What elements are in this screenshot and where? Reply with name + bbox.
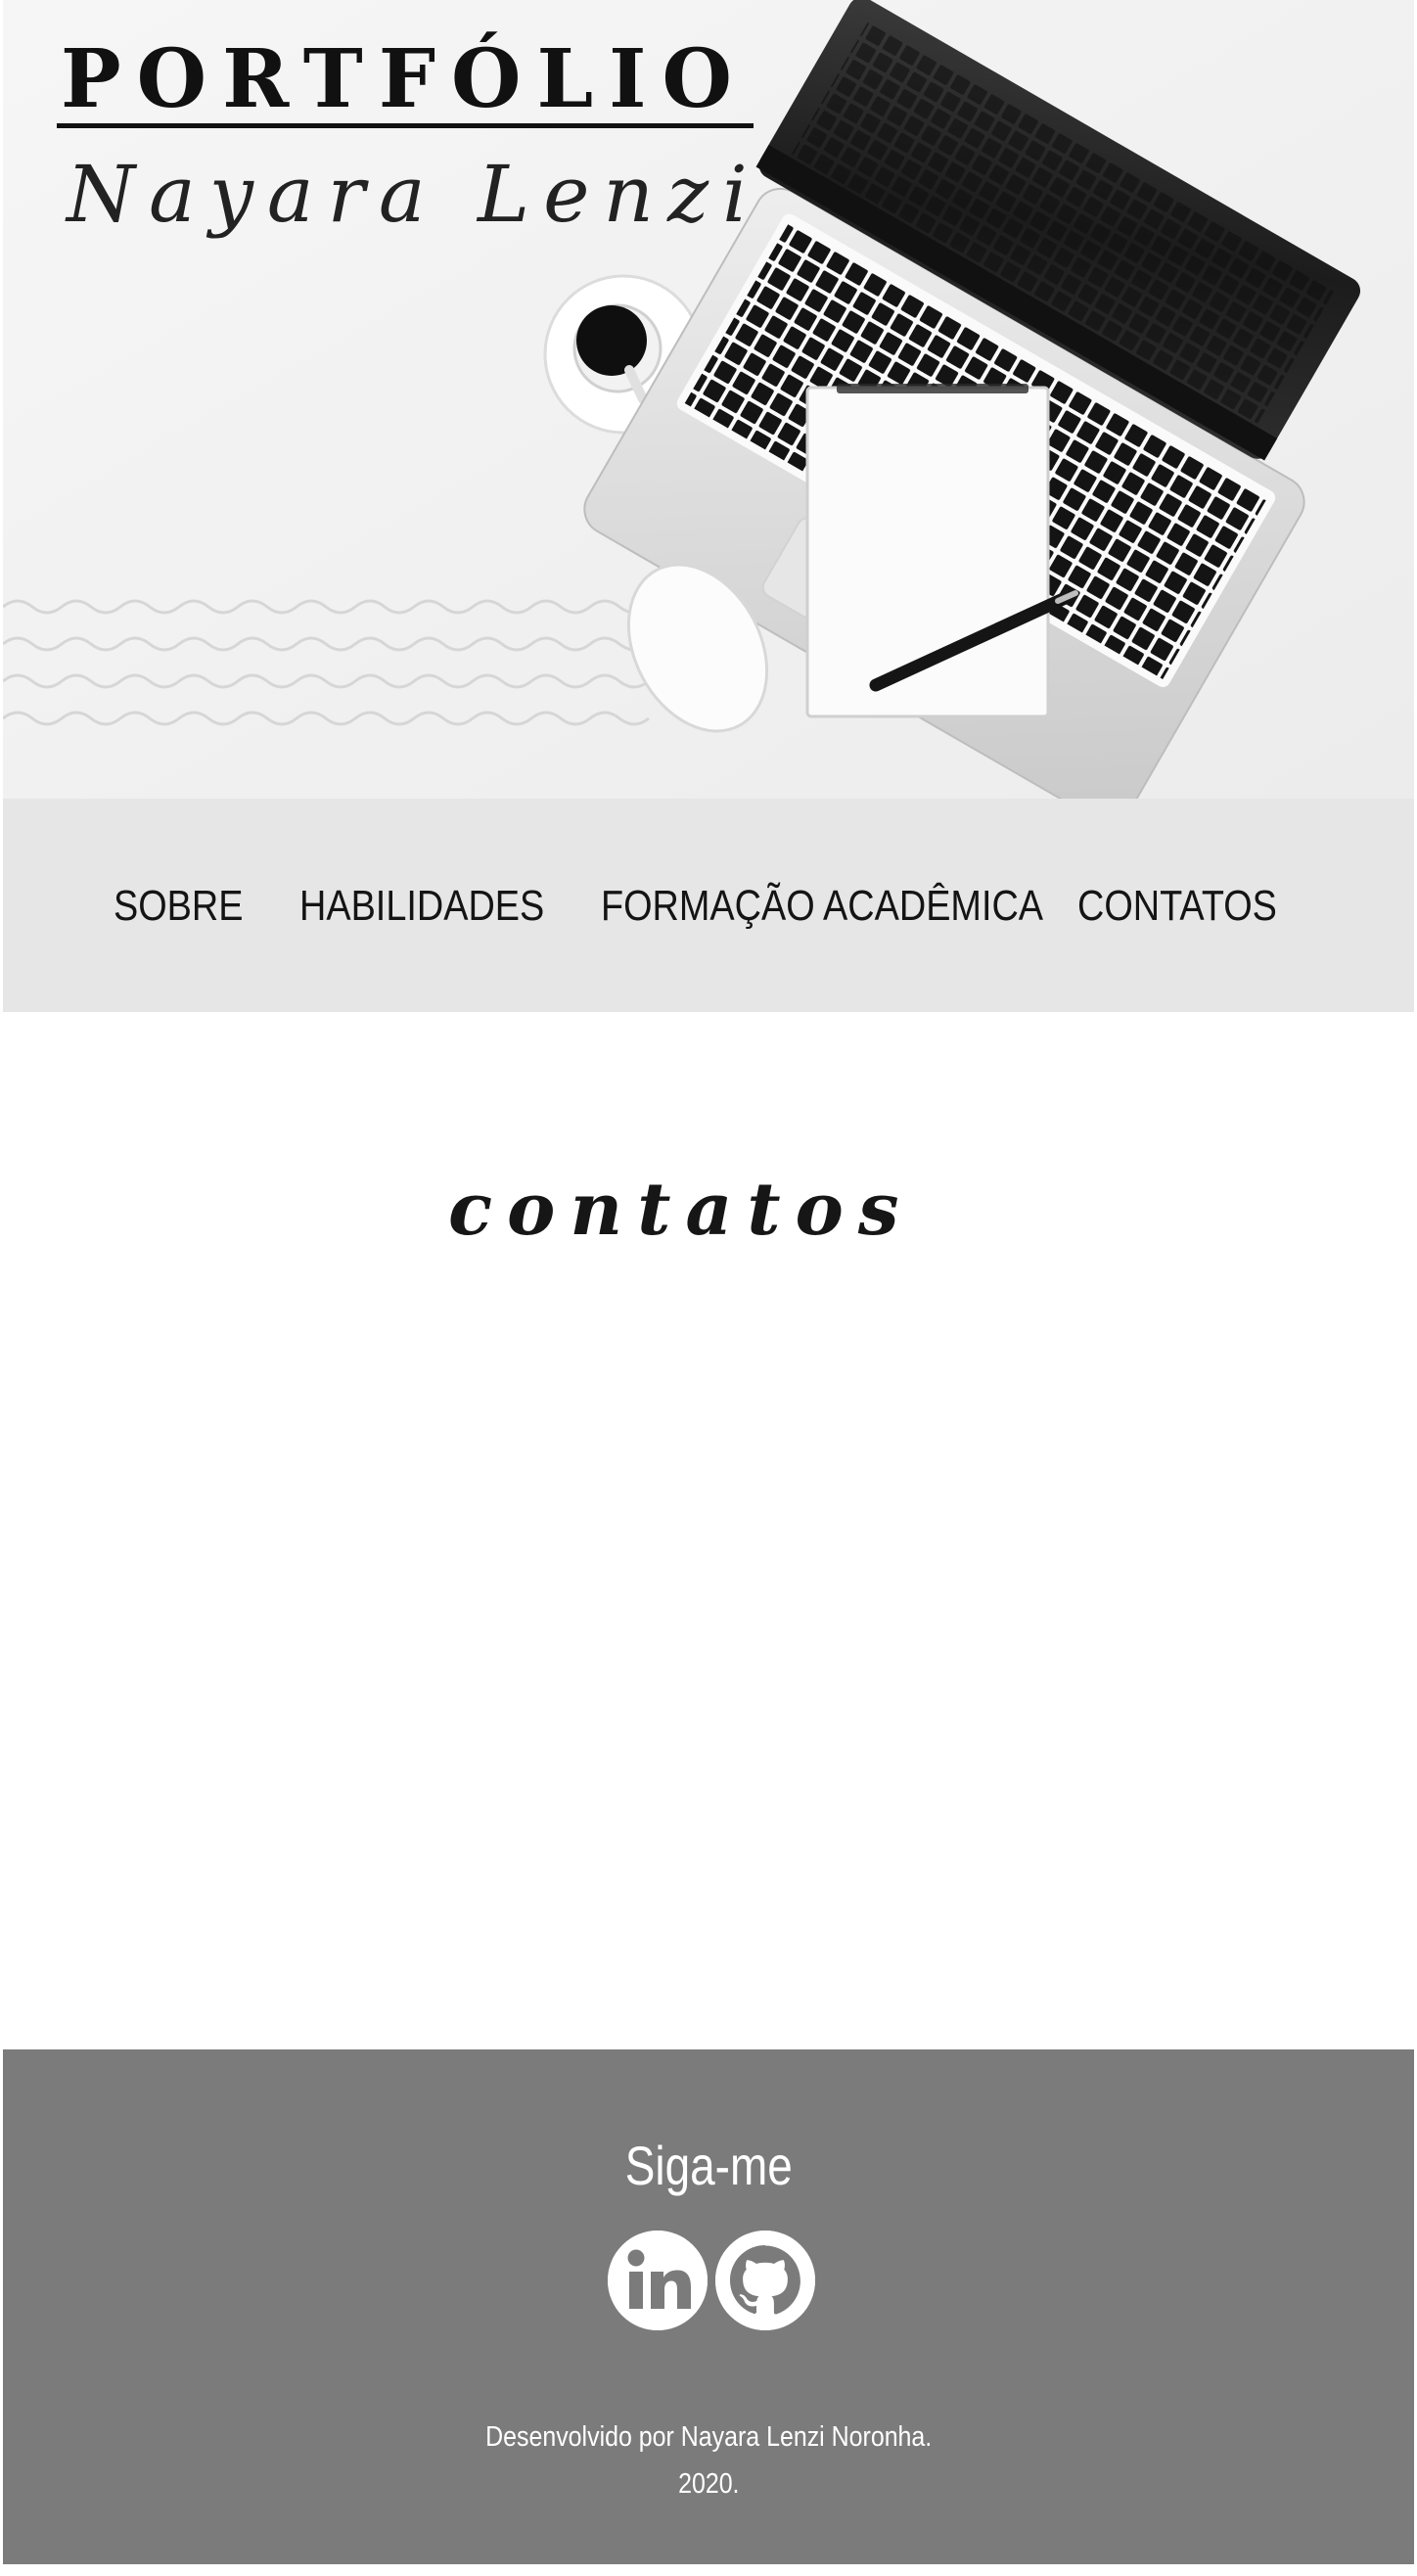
footer-credit-text: Desenvolvido por Nayara Lenzi Noronha. [484, 2421, 933, 2453]
author-signature: Nayara Lenzi [67, 149, 761, 240]
social-links [608, 2231, 815, 2332]
brand: PORTFÓLIO Nayara Lenzi [57, 35, 761, 244]
contacts-section: contatos [3, 1012, 1414, 2049]
footer-year-text: 2020. [677, 2468, 740, 2500]
nav-item-habilidades[interactable]: HABILIDADES [299, 881, 544, 932]
main-navigation: SOBRE HABILIDADES FORMAÇÃO ACADÊMICA CON… [3, 799, 1414, 1012]
notepad [805, 384, 1078, 718]
github-link[interactable] [715, 2231, 815, 2330]
linkedin-icon [608, 2231, 708, 2330]
site-title: PORTFÓLIO [61, 32, 748, 126]
footer-credit: Desenvolvido por Nayara Lenzi Noronha. [3, 2419, 1414, 2455]
footer-year: 2020. [3, 2466, 1414, 2502]
follow-heading-text: Siga-me [624, 2135, 793, 2196]
nav-item-contatos[interactable]: CONTATOS [1077, 881, 1277, 932]
page: PORTFÓLIO Nayara Lenzi SOBRE HABILIDADES… [0, 0, 1417, 2576]
linkedin-link[interactable] [608, 2231, 708, 2330]
github-icon [715, 2231, 815, 2330]
follow-heading: Siga-me [3, 2134, 1414, 2198]
section-title: contatos [448, 1168, 914, 1253]
nav-item-formacao-academica[interactable]: FORMAÇÃO ACADÊMICA [601, 881, 1043, 932]
nav-item-sobre[interactable]: SOBRE [114, 881, 243, 932]
hero-header: PORTFÓLIO Nayara Lenzi [3, 0, 1414, 799]
footer: Siga-me Desenvolvido por Nayara Lenzi No… [3, 2049, 1414, 2564]
